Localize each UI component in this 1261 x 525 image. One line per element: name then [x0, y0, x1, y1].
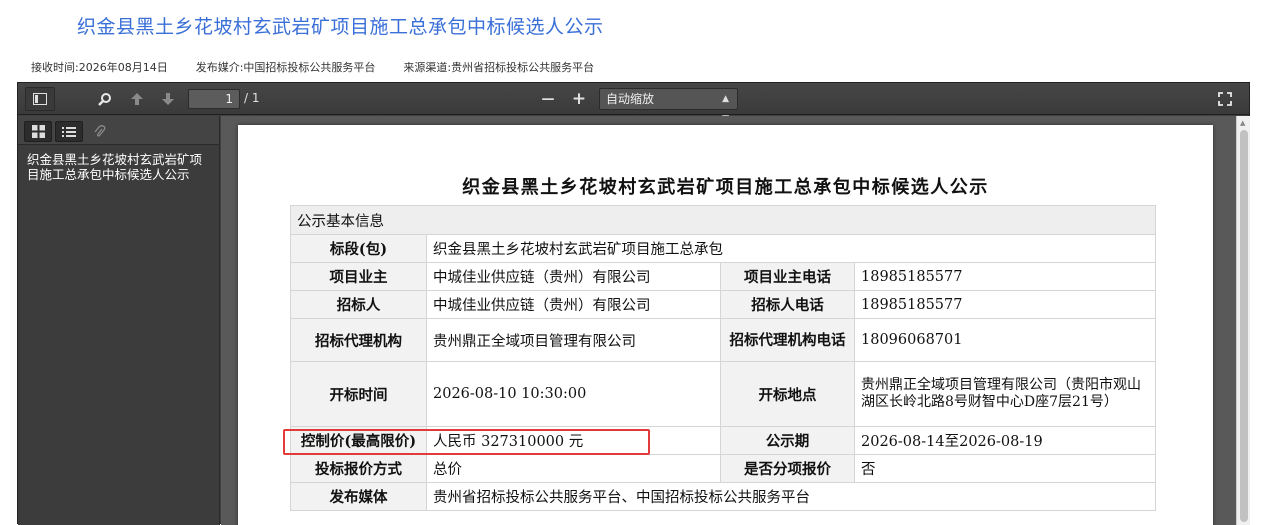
sidebar-tabs	[18, 116, 219, 145]
zoom-out-button[interactable]: —	[537, 87, 559, 111]
zoom-in-button[interactable]: +	[568, 87, 590, 111]
info-table: 公示基本信息 标段(包) 织金县黑土乡花坡村玄武岩矿项目施工总承包 项目业主 中…	[290, 205, 1156, 511]
page-count: / 1	[244, 91, 260, 105]
find-button[interactable]	[94, 87, 116, 111]
page-number-input[interactable]: 1	[188, 89, 240, 109]
table-row: 发布媒体 贵州省招标投标公共服务平台、中国招标投标公共服务平台	[290, 482, 1156, 511]
table-row: 标段(包) 织金县黑土乡花坡村玄武岩矿项目施工总承包	[290, 234, 1156, 263]
scroll-up-icon[interactable]: ▲	[1240, 119, 1245, 127]
source-channel: 来源渠道:贵州省招标投标公共服务平台	[403, 61, 595, 74]
row-label: 公示期	[720, 426, 855, 455]
table-row: 项目业主 中城佳业供应链（贵州）有限公司 项目业主电话 18985185577	[290, 262, 1156, 291]
row-label: 项目业主	[290, 262, 427, 291]
thumbnails-icon	[31, 125, 45, 138]
received-time: 接收时间:2026年08月14日	[31, 61, 168, 74]
outline-icon	[62, 126, 76, 137]
sidebar-toggle-button[interactable]	[25, 87, 55, 111]
table-row: 招标代理机构 贵州鼎正全域项目管理有限公司 招标代理机构电话 180960687…	[290, 318, 1156, 362]
page-title: 织金县黑土乡花坡村玄武岩矿项目施工总承包中标候选人公示	[77, 16, 604, 38]
vertical-scrollbar[interactable]: ▲	[1236, 116, 1250, 525]
pdf-toolbar: 1 / 1 — + 自动缩放 ▲▼	[18, 83, 1249, 124]
document-viewport: 织金县黑土乡花坡村玄武岩矿项目施工总承包中标候选人公示 公示基本信息 标段(包)…	[221, 116, 1250, 525]
table-row: 投标报价方式 总价 是否分项报价 否	[290, 454, 1156, 483]
row-label: 招标人电话	[720, 290, 855, 319]
row-value: 总价	[426, 454, 721, 483]
row-value: 18985185577	[854, 290, 1156, 319]
row-label: 标段(包)	[290, 234, 427, 263]
row-value: 中城佳业供应链（贵州）有限公司	[426, 262, 721, 291]
thumbnail-view-button[interactable]	[24, 121, 52, 142]
zoom-select-value: 自动缩放	[606, 92, 655, 106]
row-label: 开标地点	[720, 361, 855, 427]
table-header-row: 公示基本信息	[290, 205, 1156, 235]
row-label: 项目业主电话	[720, 262, 855, 291]
pdf-viewer: 1 / 1 — + 自动缩放 ▲▼ 织金县黑土乡花坡村玄武岩矿项目施工总承包中标…	[17, 82, 1250, 525]
document-title: 织金县黑土乡花坡村玄武岩矿项目施工总承包中标候选人公示	[462, 177, 989, 198]
scrollbar-thumb[interactable]	[1240, 130, 1248, 522]
row-value: 贵州鼎正全域项目管理有限公司（贵阳市观山湖区长岭北路8号财智中心D座7层21号）	[854, 361, 1156, 427]
pdf-sidebar: 织金县黑土乡花坡村玄武岩矿项目施工总承包中标候选人公示	[18, 116, 220, 525]
row-label: 发布媒体	[290, 482, 427, 511]
row-value: 18096068701	[854, 318, 1156, 362]
row-label: 投标报价方式	[290, 454, 427, 483]
arrow-up-icon	[131, 93, 143, 105]
table-row: 开标时间 2026-08-10 10:30:00 开标地点 贵州鼎正全域项目管理…	[290, 361, 1156, 427]
row-value: 贵州省招标投标公共服务平台、中国招标投标公共服务平台	[426, 482, 1156, 511]
sidebar-toggle-icon	[33, 93, 47, 105]
paperclip-icon	[94, 124, 106, 137]
row-value: 织金县黑土乡花坡村玄武岩矿项目施工总承包	[426, 234, 1156, 263]
outline-item[interactable]: 织金县黑土乡花坡村玄武岩矿项目施工总承包中标候选人公示	[18, 145, 218, 182]
row-label: 招标代理机构电话	[720, 318, 855, 362]
arrow-down-icon	[162, 93, 174, 105]
row-label: 招标代理机构	[290, 318, 427, 362]
fullscreen-icon	[1218, 92, 1232, 106]
highlight-box	[283, 429, 650, 455]
row-value: 2026-08-10 10:30:00	[426, 361, 721, 427]
zoom-select[interactable]: 自动缩放 ▲▼	[599, 88, 738, 124]
row-value: 中城佳业供应链（贵州）有限公司	[426, 290, 721, 319]
row-label: 开标时间	[290, 361, 427, 427]
row-value: 贵州鼎正全域项目管理有限公司	[426, 318, 721, 362]
search-icon	[98, 93, 111, 106]
pdf-page: 织金县黑土乡花坡村玄武岩矿项目施工总承包中标候选人公示 公示基本信息 标段(包)…	[238, 125, 1213, 525]
row-label: 招标人	[290, 290, 427, 319]
row-value: 否	[854, 454, 1156, 483]
section-header: 公示基本信息	[290, 205, 1156, 235]
outline-view-button[interactable]	[55, 121, 83, 142]
previous-page-button[interactable]	[126, 87, 148, 111]
row-value: 18985185577	[854, 262, 1156, 291]
publish-media: 发布媒介:中国招标投标公共服务平台	[195, 61, 376, 74]
next-page-button[interactable]	[157, 87, 179, 111]
row-label: 是否分项报价	[720, 454, 855, 483]
row-value: 2026-08-14至2026-08-19	[854, 426, 1156, 455]
attachments-view-button[interactable]	[86, 121, 114, 142]
presentation-mode-button[interactable]	[1214, 87, 1236, 111]
meta-row: 接收时间:2026年08月14日 发布媒介:中国招标投标公共服务平台 来源渠道:…	[31, 59, 594, 75]
table-row: 招标人 中城佳业供应链（贵州）有限公司 招标人电话 18985185577	[290, 290, 1156, 319]
